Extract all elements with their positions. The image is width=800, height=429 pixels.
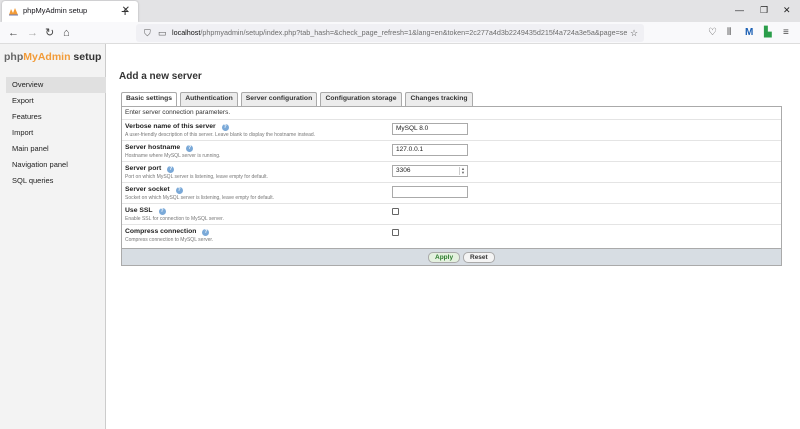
row-label: Server hostname? xyxy=(125,144,194,152)
form-row-compress-connection: Compress connection? Compress connection… xyxy=(122,224,781,245)
row-label-text: Server port xyxy=(125,165,162,172)
bookmark-star-icon[interactable]: ☆ xyxy=(630,26,638,40)
server-socket-input[interactable] xyxy=(392,186,468,198)
form-footer: Apply Reset xyxy=(122,248,781,265)
shield-icon[interactable]: ⛉ xyxy=(144,26,151,40)
main-content: Add a new server Basic settings Authenti… xyxy=(106,44,800,429)
url-text[interactable]: localhost/phpmyadmin/setup/index.php?tab… xyxy=(172,28,627,37)
help-icon[interactable]: ? xyxy=(186,145,194,152)
library-icon[interactable]: ⫴ xyxy=(727,25,731,41)
server-port-input[interactable]: 3306 ▲ ▼ xyxy=(392,165,468,177)
sidebar-item-features[interactable]: Features xyxy=(0,109,106,125)
new-tab-button[interactable]: + xyxy=(121,1,129,21)
server-hostname-input[interactable]: 127.0.0.1 xyxy=(392,144,468,156)
reset-button[interactable]: Reset xyxy=(463,252,495,263)
sidebar-item-navigation-panel[interactable]: Navigation panel xyxy=(0,157,106,173)
browser-tab-bar: phpMyAdmin setup ✕ + — ❐ ✕ xyxy=(0,0,800,22)
url-host: localhost xyxy=(172,28,201,37)
minimize-icon[interactable]: — xyxy=(735,3,744,17)
row-label-text: Verbose name of this server xyxy=(125,123,216,130)
form-row-use-ssl: Use SSL? Enable SSL for connection to My… xyxy=(122,203,781,224)
row-label: Compress connection? xyxy=(125,228,210,236)
server-form: Enter server connection parameters. Verb… xyxy=(121,106,782,266)
page-title: Add a new server xyxy=(119,71,202,82)
phpmyadmin-favicon-icon xyxy=(9,8,18,16)
url-bar[interactable]: ⛉ ▭ localhost/phpmyadmin/setup/index.php… xyxy=(136,24,644,42)
row-description: Port on which MySQL server is listening,… xyxy=(125,174,268,180)
home-icon[interactable]: ⌂ xyxy=(63,25,70,41)
setup-sidebar: phpMyAdmin setup Overview Export Feature… xyxy=(0,44,106,429)
apply-button[interactable]: Apply xyxy=(428,252,461,263)
row-description: Socket on which MySQL server is listenin… xyxy=(125,195,275,201)
port-stepper-icon[interactable]: ▲ ▼ xyxy=(459,167,466,175)
row-label: Use SSL? xyxy=(125,207,166,215)
row-description: Enable SSL for connection to MySQL serve… xyxy=(125,216,224,222)
row-description: Hostname where MySQL server is running. xyxy=(125,153,221,159)
compress-connection-checkbox[interactable] xyxy=(392,229,399,236)
reload-icon[interactable]: ↻ xyxy=(45,25,54,41)
row-label: Verbose name of this server? xyxy=(125,123,229,131)
form-description: Enter server connection parameters. xyxy=(125,109,231,116)
tab-configuration-storage[interactable]: Configuration storage xyxy=(320,92,402,106)
pocket-icon[interactable]: ♡ xyxy=(708,25,717,41)
server-port-value: 3306 xyxy=(396,167,411,174)
sidebar-item-overview[interactable]: Overview xyxy=(6,77,106,93)
row-label: Server socket? xyxy=(125,186,183,194)
page-info-icon[interactable]: ▭ xyxy=(158,26,167,40)
logo-myadmin-text: MyAdmin xyxy=(23,51,71,63)
tab-authentication[interactable]: Authentication xyxy=(180,92,238,106)
help-icon[interactable]: ? xyxy=(167,166,175,173)
tab-basic-settings[interactable]: Basic settings xyxy=(121,92,177,107)
sidebar-item-import[interactable]: Import xyxy=(0,125,106,141)
help-icon[interactable]: ? xyxy=(175,187,183,194)
window-close-icon[interactable]: ✕ xyxy=(783,3,791,17)
form-row-verbose-name: Verbose name of this server? A user-frie… xyxy=(122,119,781,140)
row-label: Server port? xyxy=(125,165,175,173)
menu-icon[interactable]: ≡ xyxy=(783,25,789,41)
form-row-server-port: Server port? Port on which MySQL server … xyxy=(122,161,781,182)
use-ssl-checkbox[interactable] xyxy=(392,208,399,215)
row-label-text: Compress connection xyxy=(125,228,197,235)
verbose-name-input[interactable]: MySQL 8.0 xyxy=(392,123,468,135)
tab-changes-tracking[interactable]: Changes tracking xyxy=(405,92,473,106)
forward-arrow-icon[interactable]: → xyxy=(27,25,38,41)
logo-setup-text: setup xyxy=(70,51,102,63)
form-row-server-hostname: Server hostname? Hostname where MySQL se… xyxy=(122,140,781,161)
setup-nav: Overview Export Features Import Main pan… xyxy=(0,77,106,189)
browser-toolbar: ← → ↻ ⌂ ⛉ ▭ localhost/phpmyadmin/setup/i… xyxy=(0,22,800,44)
extension-icon[interactable]: ▙ xyxy=(764,25,772,41)
sidebar-item-sql-queries[interactable]: SQL queries xyxy=(0,173,106,189)
help-icon[interactable]: ? xyxy=(202,229,210,236)
logo-php-text: php xyxy=(4,51,24,63)
restore-icon[interactable]: ❐ xyxy=(760,3,768,17)
row-description: A user-friendly description of this serv… xyxy=(125,132,316,138)
row-label-text: Server socket xyxy=(125,186,170,193)
sidebar-item-main-panel[interactable]: Main panel xyxy=(0,141,106,157)
back-arrow-icon[interactable]: ← xyxy=(8,25,19,41)
browser-tab[interactable]: phpMyAdmin setup ✕ xyxy=(2,1,138,22)
url-path: /phpmyadmin/setup/index.php?tab_hash=&ch… xyxy=(200,28,627,37)
sidebar-item-export[interactable]: Export xyxy=(0,93,106,109)
row-label-text: Server hostname xyxy=(125,144,181,151)
row-description: Compress connection to MySQL server. xyxy=(125,237,214,243)
extension-m-icon[interactable]: M xyxy=(745,25,753,41)
tab-title: phpMyAdmin setup xyxy=(23,6,88,15)
phpmyadmin-setup-logo: phpMyAdmin setup xyxy=(4,51,101,63)
form-row-server-socket: Server socket? Socket on which MySQL ser… xyxy=(122,182,781,203)
row-label-text: Use SSL xyxy=(125,207,153,214)
help-icon[interactable]: ? xyxy=(158,208,166,215)
help-icon[interactable]: ? xyxy=(221,124,229,131)
tab-server-configuration[interactable]: Server configuration xyxy=(241,92,317,106)
